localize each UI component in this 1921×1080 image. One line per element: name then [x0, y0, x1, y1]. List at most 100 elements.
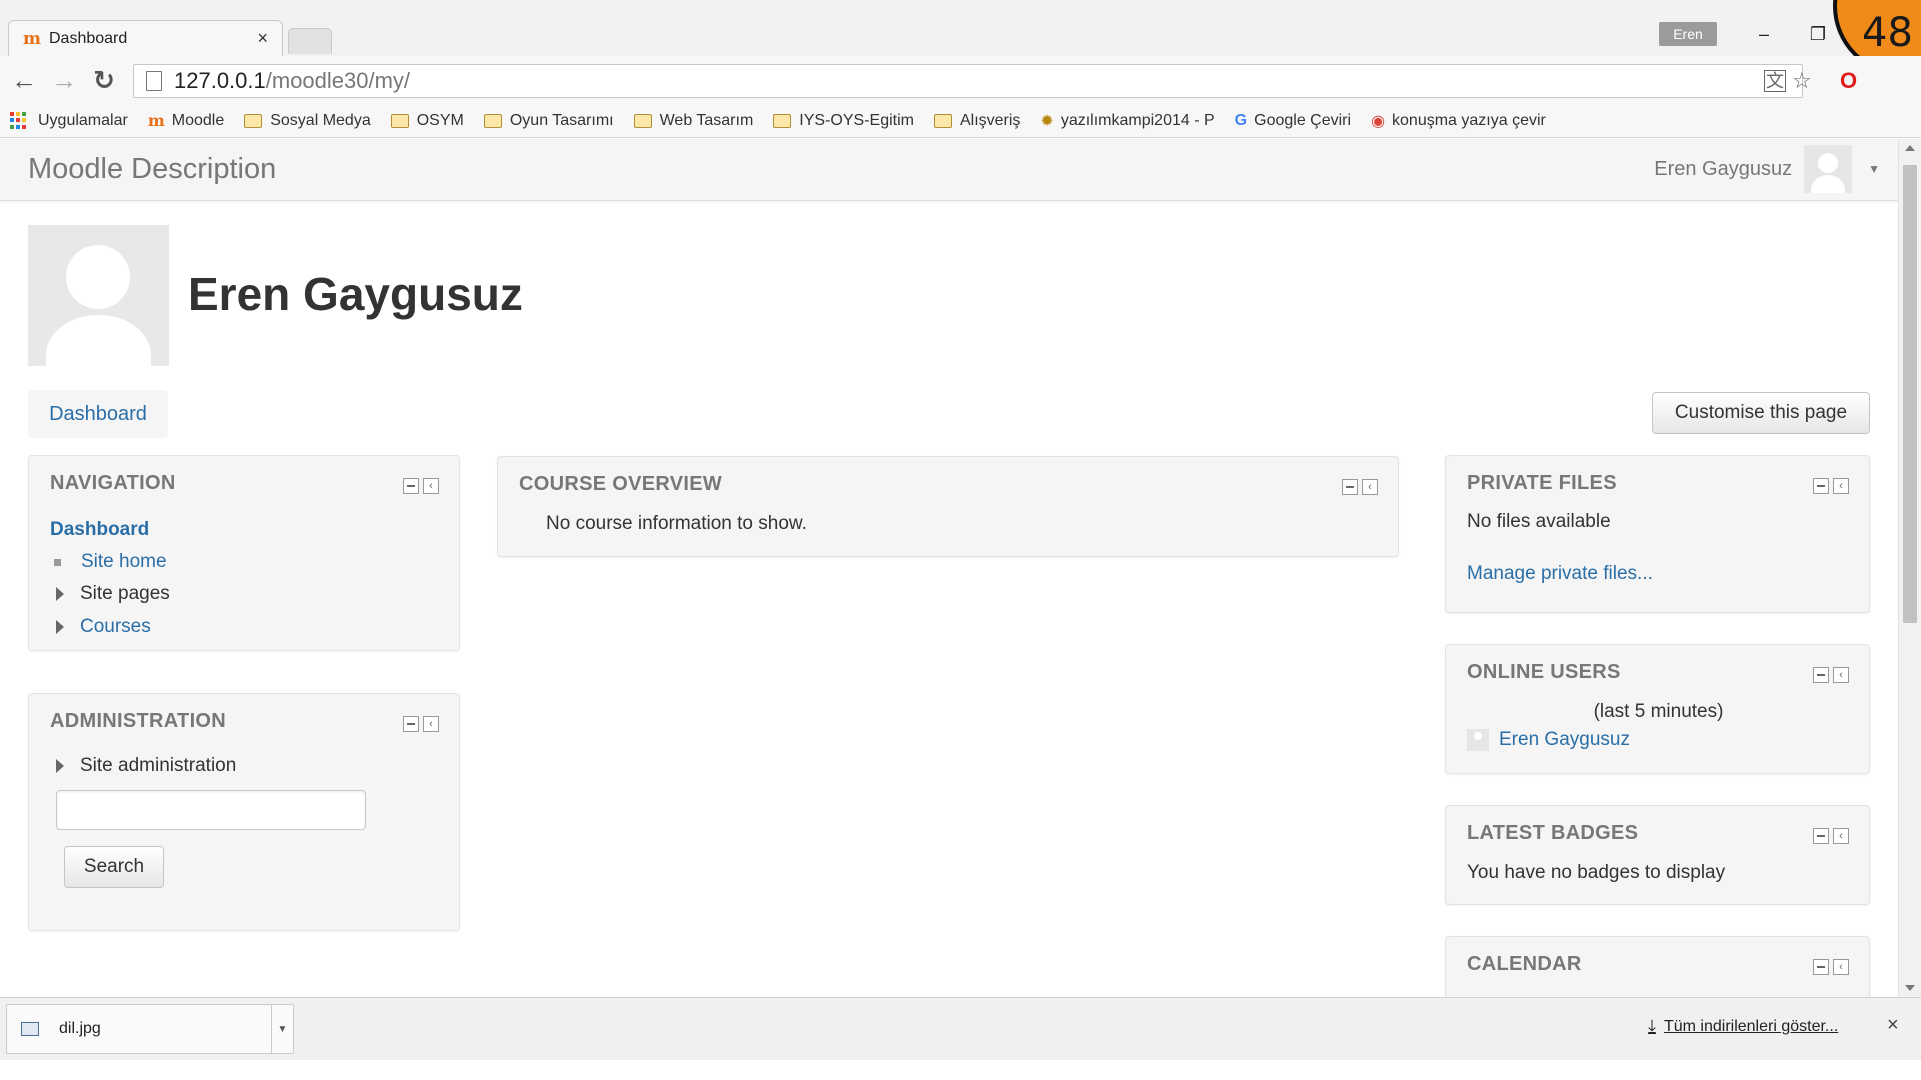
block-controls: ‹ [399, 478, 439, 494]
scroll-thumb[interactable] [1903, 165, 1917, 623]
expand-arrow-icon [56, 587, 64, 601]
show-all-downloads-link[interactable]: ⤓ Tüm indirilenleri göster... [1648, 1016, 1838, 1037]
block-controls: ‹ [399, 716, 439, 732]
bookmark-konusma[interactable]: ◉ konuşma yazıya çevir [1371, 111, 1546, 131]
collapse-icon[interactable] [1342, 479, 1358, 495]
breadcrumb-dashboard-link[interactable]: Dashboard [49, 403, 147, 426]
star-icon[interactable]: ☆ [1792, 68, 1812, 94]
bookmark-folder-alisveris[interactable]: Alışveriş [933, 111, 1021, 130]
scroll-down-icon[interactable] [1905, 985, 1915, 991]
latest-badges-block: LATEST BADGES ‹ You have no badges to di… [1445, 805, 1870, 905]
user-menu[interactable]: Eren Gaygusuz ▼ [1654, 145, 1880, 193]
folder-icon [933, 113, 952, 128]
apps-grid-icon [10, 111, 28, 130]
bookmark-folder-oyun-tasarimi[interactable]: Oyun Tasarımı [483, 111, 614, 130]
block-title: NAVIGATION [50, 472, 176, 494]
folder-icon [483, 113, 502, 128]
latest-badges-message: You have no badges to display [1467, 862, 1726, 883]
block-controls: ‹ [1809, 478, 1849, 494]
user-avatar-icon [1467, 729, 1489, 751]
bookmark-folder-osym[interactable]: OSYM [390, 111, 464, 130]
nav-dashboard-link[interactable]: Dashboard [50, 519, 149, 541]
download-icon: ⤓ [1648, 1016, 1656, 1036]
dock-icon[interactable]: ‹ [1833, 959, 1849, 975]
manage-private-files-link[interactable]: Manage private files... [1467, 563, 1653, 585]
restore-button[interactable]: ❐ [1796, 20, 1840, 48]
dock-icon[interactable]: ‹ [1833, 828, 1849, 844]
site-brand[interactable]: Moodle Description [28, 153, 276, 186]
chevron-down-icon[interactable]: ▼ [271, 1005, 293, 1053]
admin-item-site-administration[interactable]: Site administration [56, 755, 236, 777]
nav-item-site-pages[interactable]: Site pages [56, 583, 170, 605]
bookmark-yazilimkampi[interactable]: ✹ yazılımkampi2014 - P [1040, 111, 1214, 131]
expand-arrow-icon [56, 759, 64, 773]
bookmark-folder-sosyal-medya[interactable]: Sosyal Medya [244, 112, 371, 130]
dock-icon[interactable]: ‹ [423, 716, 439, 732]
avatar [1804, 145, 1853, 193]
bookmark-folder-iys-oys-egitim[interactable]: IYS-OYS-Egitim [773, 112, 914, 130]
block-title: ONLINE USERS [1467, 661, 1621, 683]
user-menu-name: Eren Gaygusuz [1654, 157, 1793, 180]
address-host: 127.0.0.1 [174, 68, 266, 93]
nav-item-site-home[interactable]: Site home [50, 551, 167, 573]
block-controls: ‹ [1809, 959, 1849, 975]
close-icon[interactable]: × [1887, 1014, 1899, 1037]
online-users-subtitle: (last 5 minutes) [1593, 701, 1724, 722]
collapse-icon[interactable] [403, 716, 419, 732]
online-user-item[interactable]: Eren Gaygusuz [1467, 729, 1630, 751]
bookmark-label: Google Çeviri [1254, 111, 1352, 129]
site-icon: ✹ [1040, 112, 1054, 130]
nav-item-label: Site home [81, 551, 167, 572]
dock-icon[interactable]: ‹ [1833, 667, 1849, 683]
online-users-block: ONLINE USERS ‹ (last 5 minutes) Eren Gay… [1445, 644, 1870, 774]
profile-button[interactable]: Eren [1659, 22, 1717, 46]
admin-search-input[interactable] [56, 790, 366, 830]
breadcrumb: Dashboard [28, 390, 168, 438]
bookmark-folder-web-tasarim[interactable]: Web Tasarım [633, 111, 754, 130]
collapse-icon[interactable] [1813, 828, 1829, 844]
scroll-up-icon[interactable] [1905, 145, 1915, 151]
bookmark-label: OSYM [416, 111, 464, 129]
block-controls: ‹ [1809, 667, 1849, 683]
download-item[interactable]: dil.jpg ▼ [6, 1004, 294, 1054]
bookmark-label: Oyun Tasarımı [509, 111, 614, 129]
bookmark-label: Alışveriş [959, 111, 1021, 129]
new-tab-button[interactable] [288, 28, 332, 54]
tab-close-icon[interactable]: × [257, 28, 268, 49]
back-arrow-icon[interactable]: ← [8, 64, 40, 96]
admin-item-label: Site administration [80, 755, 237, 776]
bookmark-moodle[interactable]: m Moodle [148, 111, 224, 130]
bookmark-apps[interactable]: Uygulamalar [10, 111, 128, 130]
admin-search-button[interactable]: Search [64, 846, 164, 888]
administration-block: ADMINISTRATION ‹ Site administration Sea… [28, 693, 460, 931]
opera-icon[interactable]: O [1840, 68, 1857, 94]
minimize-button[interactable]: – [1742, 20, 1786, 48]
collapse-icon[interactable] [403, 478, 419, 494]
collapse-icon[interactable] [1813, 959, 1829, 975]
folder-icon [244, 113, 263, 128]
collapse-icon[interactable] [1813, 667, 1829, 683]
dock-icon[interactable]: ‹ [1362, 479, 1378, 495]
collapse-icon[interactable] [1813, 478, 1829, 494]
address-bar[interactable]: 127.0.0.1/moodle30/my/ [133, 64, 1803, 98]
vertical-scrollbar[interactable] [1898, 139, 1921, 997]
caret-down-icon: ▼ [1868, 162, 1880, 176]
nav-item-courses[interactable]: Courses [56, 616, 151, 638]
forward-arrow-icon[interactable]: → [48, 64, 80, 96]
bookmark-google-ceviri[interactable]: G Google Çeviri [1235, 112, 1351, 130]
course-overview-block: COURSE OVERVIEW ‹ No course information … [497, 456, 1399, 557]
block-controls: ‹ [1338, 479, 1378, 495]
customise-page-button[interactable]: Customise this page [1652, 392, 1870, 434]
block-title: COURSE OVERVIEW [519, 473, 723, 495]
dock-icon[interactable]: ‹ [423, 478, 439, 494]
bookmark-label: konuşma yazıya çevir [1392, 111, 1546, 129]
bookmark-label: Web Tasarım [659, 111, 754, 129]
browser-tab-dashboard[interactable]: m Dashboard × [8, 20, 283, 56]
moodle-icon: m [147, 111, 165, 130]
bullet-icon [54, 558, 61, 566]
translate-icon[interactable]: 文 [1764, 70, 1786, 92]
private-files-message: No files available [1467, 511, 1611, 532]
calendar-block: CALENDAR ‹ [1445, 936, 1870, 997]
reload-icon[interactable]: ↻ [88, 64, 120, 96]
dock-icon[interactable]: ‹ [1833, 478, 1849, 494]
